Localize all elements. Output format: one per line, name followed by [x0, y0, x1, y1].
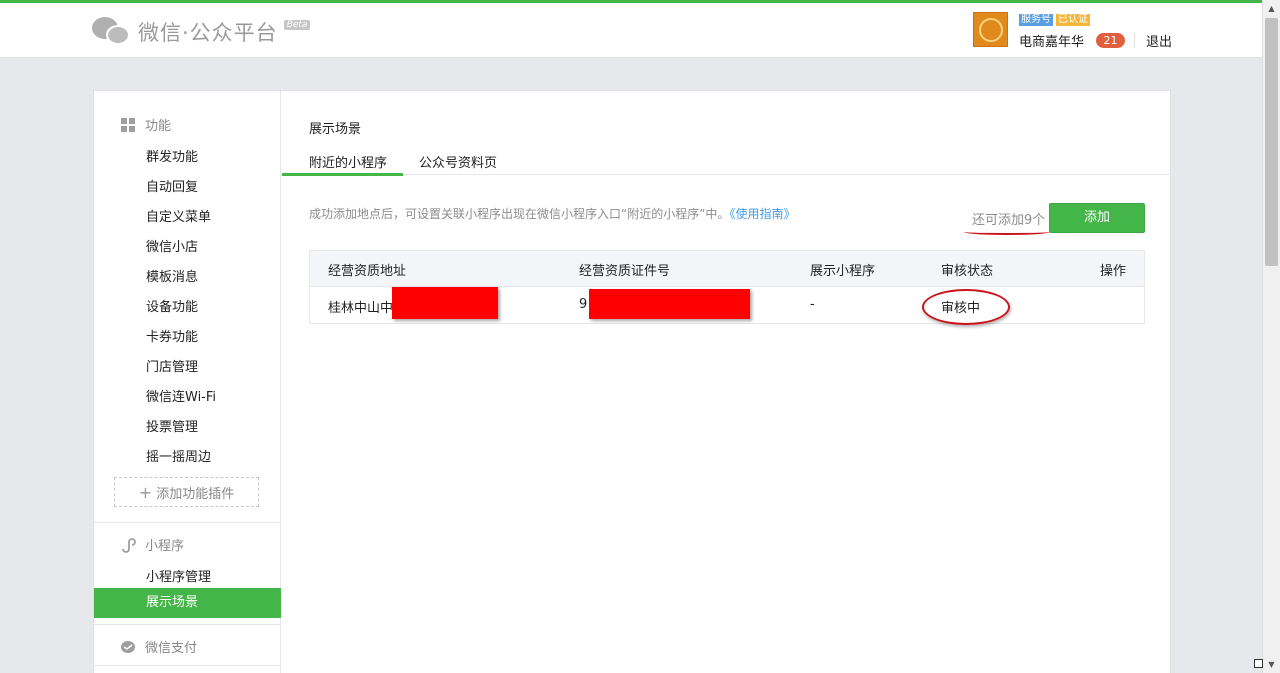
vertical-scrollbar[interactable]: ▲ ▼: [1262, 0, 1280, 673]
page-title: 展示场景: [309, 122, 362, 137]
top-header: 微信·公众平台 Beta 服务号 已认证 电商嘉年华 21 退出: [0, 3, 1262, 58]
sidebar-item-auto-reply[interactable]: 自动回复: [146, 176, 198, 195]
service-account-badge: 服务号: [1019, 14, 1053, 26]
tab-nearby-miniprogram[interactable]: 附近的小程序: [309, 152, 387, 171]
plus-icon: +: [138, 482, 153, 502]
content-area: 展示场景 附近的小程序 公众号资料页 成功添加地点后，可设置关联小程序出现在微信…: [282, 91, 1172, 673]
tab-bar: 附近的小程序 公众号资料页: [282, 149, 1172, 176]
sidebar-section-pay[interactable]: 微信支付: [120, 637, 197, 656]
sidebar-item-mass-send[interactable]: 群发功能: [146, 146, 198, 165]
column-header-address: 经营资质地址: [328, 264, 407, 279]
sidebar-divider: [94, 624, 280, 625]
column-header-license: 经营资质证件号: [579, 264, 671, 279]
sidebar-item-shake[interactable]: 摇一摇周边: [146, 446, 211, 465]
hint-body: 成功添加地点后，可设置关联小程序出现在微信小程序入口“附近的小程序”中。: [309, 207, 730, 221]
add-plugin-button[interactable]: + 添加功能插件: [114, 477, 259, 507]
account-avatar[interactable]: [973, 12, 1008, 47]
sidebar-item-template-message[interactable]: 模板消息: [146, 266, 198, 285]
annotation-circle: [922, 289, 1010, 325]
sidebar-item-voting[interactable]: 投票管理: [146, 416, 198, 435]
qualification-table: 经营资质地址 经营资质证件号 展示小程序 审核状态 操作 桂林中山中 9 - 审…: [309, 250, 1145, 325]
cell-miniprogram: -: [810, 297, 815, 312]
main-panel: 功能 群发功能 自动回复 自定义菜单 微信小店 模板消息 设备功能 卡券功能 门…: [93, 90, 1172, 673]
sidebar-item-miniprogram-management[interactable]: 小程序管理: [146, 566, 211, 585]
account-badges: 服务号 已认证: [1019, 14, 1090, 26]
section-title: 微信支付: [145, 641, 198, 656]
column-header-action: 操作: [1100, 264, 1127, 279]
grid-icon: [120, 117, 136, 133]
column-header-status: 审核状态: [941, 264, 994, 279]
scroll-up-arrow-icon[interactable]: ▲: [1263, 0, 1280, 17]
link-icon: [120, 537, 136, 553]
column-header-miniprogram: 展示小程序: [810, 264, 876, 279]
header-divider: [1134, 33, 1135, 47]
sidebar-section-features: 功能: [120, 115, 171, 134]
annotation-underline: [964, 229, 1050, 235]
cell-license: 9: [579, 297, 588, 312]
wechat-logo-icon: [92, 15, 132, 49]
sidebar-divider: [94, 665, 280, 666]
add-plugin-label: 添加功能插件: [156, 486, 235, 502]
sidebar-item-wechat-store[interactable]: 微信小店: [146, 236, 198, 255]
redaction-box: [392, 287, 498, 319]
redaction-box: [589, 289, 750, 319]
wechat-logo[interactable]: 微信·公众平台 Beta: [92, 15, 311, 49]
wechat-pay-icon: [120, 639, 136, 655]
verified-badge: 已认证: [1056, 14, 1090, 26]
sidebar-section-miniprogram: 小程序: [120, 535, 184, 554]
sidebar-item-custom-menu[interactable]: 自定义菜单: [146, 206, 211, 225]
scroll-down-arrow-icon[interactable]: ▼: [1263, 656, 1280, 673]
sidebar-divider: [94, 522, 280, 523]
cell-address: 桂林中山中: [328, 301, 394, 316]
account-name[interactable]: 电商嘉年华: [1019, 31, 1084, 50]
sidebar: 功能 群发功能 自动回复 自定义菜单 微信小店 模板消息 设备功能 卡券功能 门…: [94, 91, 281, 673]
active-tab-indicator: [282, 173, 403, 176]
logout-link[interactable]: 退出: [1146, 31, 1172, 50]
table-header: 经营资质地址 经营资质证件号 展示小程序 审核状态 操作: [310, 251, 1144, 287]
beta-badge: Beta: [283, 20, 311, 30]
hint-text: 成功添加地点后，可设置关联小程序出现在微信小程序入口“附近的小程序”中。《使用指…: [309, 205, 795, 222]
sidebar-item-display-scenes[interactable]: 展示场景: [94, 588, 281, 618]
sidebar-item-store-management[interactable]: 门店管理: [146, 356, 198, 375]
message-count-badge[interactable]: 21: [1096, 33, 1125, 48]
add-location-button[interactable]: 添加: [1049, 203, 1145, 233]
remaining-count: 还可添加9个: [972, 213, 1046, 228]
sidebar-item-wifi[interactable]: 微信连Wi-Fi: [146, 386, 216, 405]
usage-guide-link[interactable]: 《使用指南》: [729, 207, 795, 221]
scroll-thumb[interactable]: [1265, 18, 1278, 266]
sidebar-item-coupons[interactable]: 卡券功能: [146, 326, 198, 345]
tab-account-profile[interactable]: 公众号资料页: [419, 152, 497, 171]
section-title: 小程序: [145, 539, 185, 554]
sidebar-item-device[interactable]: 设备功能: [146, 296, 198, 315]
section-title: 功能: [145, 119, 172, 134]
logo-text: 微信·公众平台: [138, 21, 278, 45]
avatar-emblem-icon: [978, 17, 1003, 42]
resize-corner-icon: [1254, 659, 1263, 668]
